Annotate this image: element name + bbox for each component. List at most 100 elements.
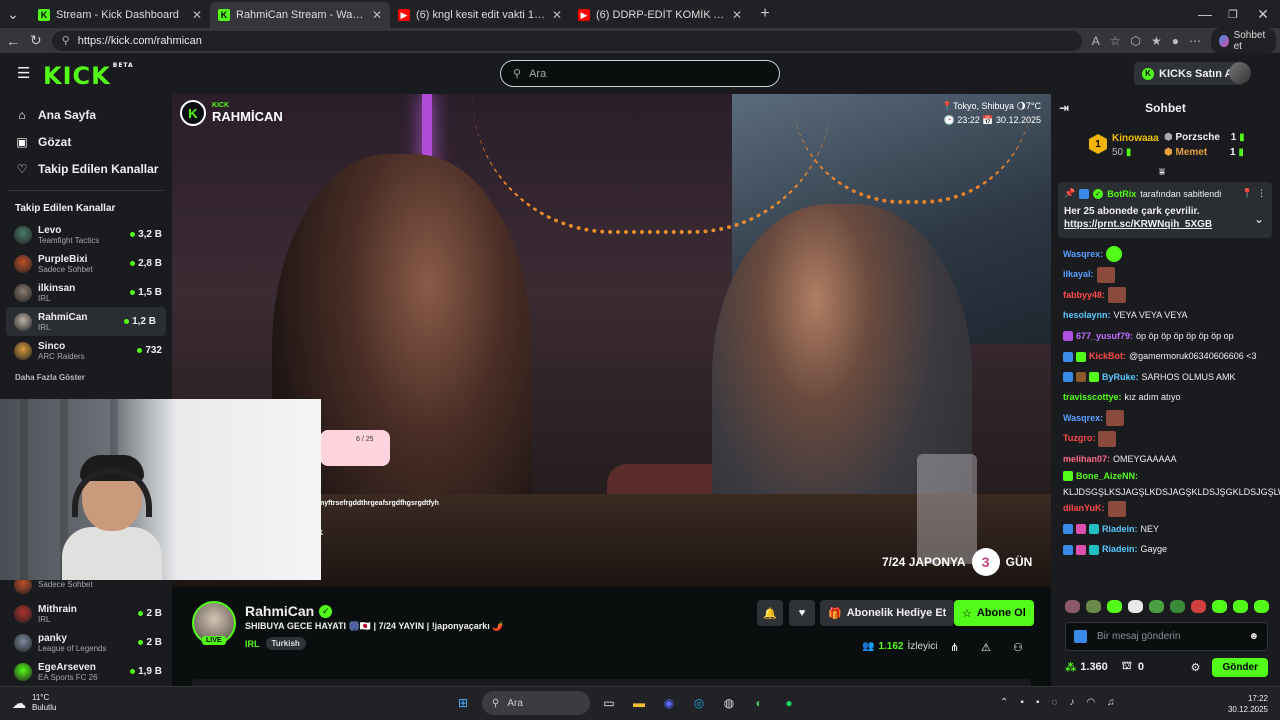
emote-8-icon[interactable]	[1212, 600, 1227, 613]
chat-username[interactable]: KickBot:	[1089, 350, 1126, 363]
favorite-star-icon[interactable]: ☆	[1110, 34, 1121, 48]
favorites-icon[interactable]: ★	[1151, 34, 1162, 48]
pinned-more-icon[interactable]: ⋮	[1257, 188, 1266, 199]
followed-channel[interactable]: PurpleBixi Sadece Sohbet 2,8 B	[0, 249, 172, 278]
file-explorer-icon[interactable]: ▬	[628, 692, 650, 714]
taskbar-clock[interactable]: 17:22 30.12.2025	[1228, 693, 1268, 715]
emote-10-icon[interactable]	[1254, 600, 1269, 613]
more-menu-icon[interactable]: ⋯	[1189, 34, 1201, 48]
maximize-button[interactable]: ❐	[1224, 8, 1242, 21]
close-window-button[interactable]: ✕	[1254, 6, 1272, 23]
microphone-icon[interactable]: ♪	[1069, 697, 1074, 708]
spotify-icon[interactable]: ●	[778, 692, 800, 714]
close-tab-icon[interactable]: ✕	[372, 8, 382, 22]
chat-username[interactable]: ByRuke:	[1102, 371, 1139, 384]
chat-username[interactable]: fabbyy48:	[1063, 289, 1105, 302]
chrome-icon[interactable]: ◐	[748, 692, 770, 714]
sidebar-nav-item[interactable]: ♡ Takip Edilen Kanallar	[0, 155, 172, 182]
followed-channel[interactable]: EgeArseven EA Sports FC 26 1,9 B	[0, 657, 172, 686]
site-info-icon[interactable]: ⚲	[62, 34, 70, 47]
emote-1-icon[interactable]	[1065, 600, 1080, 613]
emote-3-icon[interactable]	[1107, 600, 1122, 613]
chat-username[interactable]: Riadein:	[1102, 543, 1138, 556]
taskbar-search[interactable]: ⚲ Ara	[482, 691, 590, 715]
followed-channel[interactable]: ilkinsan IRL 1,5 B	[0, 278, 172, 307]
chat-username[interactable]: Wasqrex:	[1063, 412, 1103, 425]
browser-tab[interactable]: ▶ (6) kngl kesit edit vakti 1 - YouTube ✕	[390, 2, 570, 28]
chat-username[interactable]: Tuzgro:	[1063, 432, 1095, 445]
browser-tab[interactable]: K RahmiCan Stream - Watch Live ✕	[210, 2, 390, 28]
wifi-icon[interactable]: ◠	[1086, 697, 1095, 708]
chat-username[interactable]: 677_yusuf79:	[1076, 330, 1133, 343]
follow-heart-button[interactable]: ♥	[789, 600, 815, 626]
kick-logo[interactable]: KICK BETA	[43, 62, 134, 90]
collapse-chat-icon[interactable]: ⇥	[1059, 101, 1069, 115]
browser-tab[interactable]: ▶ (6) DDRP-EDİT KOMİK ANLAR 1 - YouTube ✕	[570, 2, 750, 28]
read-aloud-icon[interactable]: A	[1092, 34, 1100, 48]
buy-kicks-button[interactable]: K KICKs Satın Al	[1134, 62, 1244, 85]
weather-widget[interactable]: ☁ 11°C Bulutlu	[12, 693, 56, 713]
emote-9-icon[interactable]	[1233, 600, 1248, 613]
menu-icon[interactable]: ☰	[17, 64, 30, 82]
chat-username[interactable]: travisscottye:	[1063, 391, 1122, 404]
emote-7-icon[interactable]	[1191, 600, 1206, 613]
chat-username[interactable]: Bone_AizeNN:	[1076, 470, 1138, 483]
follow-user-icon[interactable]: ⚇	[1013, 641, 1023, 654]
unpin-icon[interactable]: 📍	[1242, 188, 1253, 199]
report-icon[interactable]: ⚠	[981, 641, 991, 654]
chat-username[interactable]: ilkayal:	[1063, 268, 1094, 281]
notification-bell-button[interactable]: 🔔	[757, 600, 783, 626]
steam-icon[interactable]: ◌	[1051, 697, 1057, 708]
emote-4-icon[interactable]	[1128, 600, 1143, 613]
chat-username[interactable]: hesolaynn:	[1063, 309, 1111, 322]
category-link[interactable]: IRL	[245, 639, 260, 649]
channel-points[interactable]: 1.360	[1080, 661, 1108, 673]
chat-username[interactable]: Riadein:	[1102, 523, 1138, 536]
close-tab-icon[interactable]: ✕	[192, 8, 202, 22]
emote-6-icon[interactable]	[1170, 600, 1185, 613]
emoji-picker-icon[interactable]: ☻	[1248, 631, 1259, 642]
chat-identity-icon[interactable]	[1074, 630, 1087, 643]
new-tab-button[interactable]: +	[756, 5, 774, 23]
followed-channel[interactable]: Mithrain IRL 2 B	[0, 599, 172, 628]
account-icon[interactable]: ●	[1172, 34, 1179, 48]
start-icon[interactable]: ⊞	[452, 692, 474, 714]
emote-5-icon[interactable]	[1149, 600, 1164, 613]
obs-icon[interactable]: ◍	[718, 692, 740, 714]
close-tab-icon[interactable]: ✕	[552, 8, 562, 22]
edge-icon[interactable]: ◎	[688, 692, 710, 714]
reload-icon[interactable]: ↻	[30, 32, 42, 49]
share-icon[interactable]: ⋔	[950, 641, 959, 654]
tray-overflow-icon[interactable]: ⌃	[1000, 697, 1008, 708]
chat-settings-icon[interactable]: ⚙	[1191, 661, 1201, 674]
back-icon[interactable]: ←	[6, 33, 20, 49]
chat-message-input[interactable]: Bir mesaj gönderin ☻	[1065, 622, 1268, 651]
task-view-icon[interactable]: ▭	[598, 692, 620, 714]
close-tab-icon[interactable]: ✕	[732, 8, 742, 22]
search-input[interactable]: ⚲ Ara	[500, 60, 780, 87]
channel-name[interactable]: RahmiCan ✓	[245, 603, 333, 619]
tab-list-icon[interactable]: ⌄	[4, 6, 22, 23]
emote-2-icon[interactable]	[1086, 600, 1101, 613]
subscribe-button[interactable]: ☆ Abone Ol	[954, 600, 1034, 626]
followed-channel[interactable]: Levo Teamfight Tactics 3,2 B	[0, 220, 172, 249]
claims-count[interactable]: 0	[1138, 661, 1144, 673]
followed-channel[interactable]: Sinco ARC Raiders 732	[0, 336, 172, 365]
chat-username[interactable]: melihan07:	[1063, 453, 1110, 466]
sidebar-nav-item[interactable]: ▣ Gözat	[0, 128, 172, 155]
tray-app-2-icon[interactable]: ▪	[1036, 697, 1040, 708]
chat-filter-icon[interactable]: ⩸	[1159, 167, 1165, 178]
show-more-link[interactable]: Daha Fazla Göster	[0, 373, 172, 382]
sidebar-nav-item[interactable]: ⌂ Ana Sayfa	[0, 101, 172, 128]
tray-app-icon[interactable]: ▪	[1020, 697, 1024, 708]
gift-subscription-button[interactable]: 🎁 Abonelik Hediye Et	[820, 600, 955, 626]
browser-tab[interactable]: K Stream - Kick Dashboard ✕	[30, 2, 210, 28]
url-field[interactable]: ⚲ https://kick.com/rahmican	[51, 30, 1082, 51]
expand-pinned-icon[interactable]: ⌄	[1254, 212, 1264, 226]
language-tag[interactable]: Turkish	[265, 637, 306, 650]
discord-icon[interactable]: ◉	[658, 692, 680, 714]
extensions-icon[interactable]: ⬡	[1131, 34, 1141, 48]
send-button[interactable]: Gönder	[1212, 657, 1268, 677]
chat-username[interactable]: Wasqrex:	[1063, 248, 1103, 261]
user-avatar[interactable]	[1229, 62, 1251, 84]
